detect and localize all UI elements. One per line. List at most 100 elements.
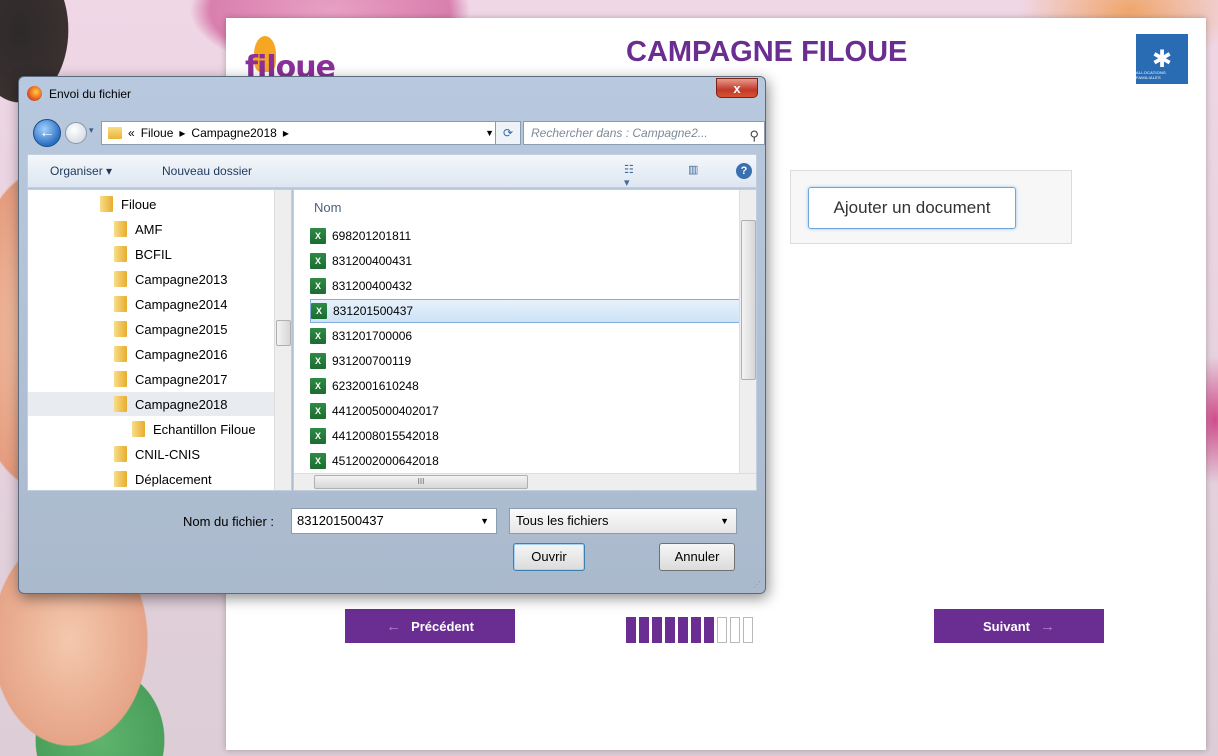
open-button[interactable]: Ouvrir bbox=[513, 543, 585, 571]
close-button[interactable]: x bbox=[716, 78, 758, 98]
chevron-down-icon[interactable]: ▼ bbox=[485, 128, 494, 138]
progress-segment bbox=[743, 617, 753, 643]
folder-icon bbox=[114, 296, 127, 312]
tree-item-label: Déplacement bbox=[135, 471, 212, 487]
tree-item[interactable]: Campagne2018 bbox=[28, 392, 274, 416]
chevron-right-icon[interactable]: ▸ bbox=[283, 126, 289, 140]
file-dialog: Envoi du fichier x ← ▾ « Filoue ▸ Campag… bbox=[18, 76, 766, 594]
new-folder-button[interactable]: Nouveau dossier bbox=[162, 164, 252, 178]
tree-item-label: CNIL-CNIS bbox=[135, 446, 201, 462]
progress-segment bbox=[717, 617, 727, 643]
file-name: 831201500437 bbox=[333, 304, 414, 318]
tree-item-label: Echantillon Filoue bbox=[153, 421, 256, 437]
tree-item-label: Campagne2017 bbox=[135, 371, 228, 387]
tree-item-label: Filoue bbox=[121, 196, 157, 212]
previous-button[interactable]: ← Précédent bbox=[345, 609, 515, 643]
history-dropdown-icon[interactable]: ▾ bbox=[89, 125, 94, 136]
breadcrumb[interactable]: « Filoue ▸ Campagne2018 ▸ ▼ bbox=[101, 121, 503, 145]
tree-item[interactable]: Campagne2015 bbox=[28, 317, 274, 341]
tree-item[interactable]: AMF bbox=[28, 217, 274, 241]
file-row[interactable]: X 6232001610248 bbox=[310, 374, 740, 398]
chevron-right-icon[interactable]: ▸ bbox=[179, 126, 185, 140]
tree-scroll-thumb[interactable] bbox=[276, 320, 291, 346]
search-placeholder: Rechercher dans : Campagne2... bbox=[531, 126, 708, 140]
tree-item-label: Campagne2018 bbox=[135, 396, 228, 412]
file-row[interactable]: X 831201700006 bbox=[310, 324, 740, 348]
tree-item-label: Campagne2014 bbox=[135, 296, 228, 312]
add-document-button[interactable]: Ajouter un document bbox=[808, 187, 1016, 229]
cancel-button[interactable]: Annuler bbox=[659, 543, 735, 571]
help-icon[interactable]: ? bbox=[736, 163, 752, 179]
search-input[interactable]: Rechercher dans : Campagne2... ⚲ bbox=[523, 121, 765, 145]
file-row[interactable]: X 831200400431 bbox=[310, 249, 740, 273]
dialog-toolbar: Organiser ▾ Nouveau dossier ☷ ▾ ▥ ? bbox=[27, 154, 757, 189]
tree-item[interactable]: Echantillon Filoue bbox=[28, 417, 274, 441]
excel-file-icon: X bbox=[310, 453, 326, 469]
excel-file-icon: X bbox=[310, 228, 326, 244]
file-row[interactable]: X 4412005000402017 bbox=[310, 399, 740, 423]
back-button[interactable]: ← bbox=[33, 119, 61, 147]
tree-item[interactable]: Campagne2014 bbox=[28, 292, 274, 316]
tree-item[interactable]: Filoue bbox=[28, 192, 274, 216]
progress-segment bbox=[652, 617, 662, 643]
excel-file-icon: X bbox=[310, 428, 326, 444]
file-row[interactable]: X 4512002000642018 bbox=[310, 449, 740, 473]
page-title: CAMPAGNE FILOUE bbox=[626, 36, 908, 68]
chevron-down-icon[interactable]: ▼ bbox=[720, 509, 729, 533]
tree-item[interactable]: Campagne2016 bbox=[28, 342, 274, 366]
file-row[interactable]: X 4412008015542018 bbox=[310, 424, 740, 448]
breadcrumb-overflow[interactable]: « bbox=[128, 126, 135, 140]
files-hscroll-thumb[interactable]: III bbox=[314, 475, 528, 489]
tree-item[interactable]: BCFIL bbox=[28, 242, 274, 266]
file-name: 6232001610248 bbox=[332, 379, 419, 393]
view-options-icon[interactable]: ☷ ▾ bbox=[624, 163, 640, 189]
next-label: Suivant bbox=[983, 618, 1030, 634]
files-scrollbar[interactable] bbox=[739, 190, 756, 475]
tree-item[interactable]: Campagne2013 bbox=[28, 267, 274, 291]
arrow-left-icon: ← bbox=[386, 617, 402, 635]
refresh-button[interactable]: ⟳ bbox=[495, 121, 521, 145]
next-button[interactable]: Suivant → bbox=[934, 609, 1104, 643]
resize-grip-icon[interactable]: ⋰ bbox=[753, 580, 761, 589]
file-row[interactable]: X 931200700119 bbox=[310, 349, 740, 373]
tree-item[interactable]: Déplacement bbox=[28, 467, 274, 490]
tree-item-label: AMF bbox=[135, 221, 163, 237]
dialog-title: Envoi du fichier bbox=[49, 87, 132, 101]
file-type-select[interactable]: Tous les fichiers ▼ bbox=[509, 508, 737, 534]
chevron-down-icon[interactable]: ▼ bbox=[480, 509, 489, 533]
files-hscrollbar[interactable]: III bbox=[294, 473, 756, 490]
folder-icon bbox=[114, 321, 127, 337]
file-row[interactable]: X 698201201811 bbox=[310, 224, 740, 248]
folder-tree: Filoue AMF BCFIL Campagne2013 Campagne2014 Ca… bbox=[27, 189, 292, 491]
files-scroll-thumb[interactable] bbox=[741, 220, 756, 380]
forward-button[interactable] bbox=[65, 122, 87, 144]
column-header-name[interactable]: Nom bbox=[314, 200, 341, 215]
progress-segment bbox=[626, 617, 636, 643]
tree-item-label: Campagne2015 bbox=[135, 321, 228, 337]
file-row[interactable]: X 831201500437 bbox=[310, 299, 740, 323]
file-name: 698201201811 bbox=[332, 229, 412, 243]
folder-icon bbox=[108, 127, 122, 139]
file-list: Nom X 698201201811 X 831200400431 X 831200400… bbox=[293, 189, 757, 491]
organize-menu[interactable]: Organiser ▾ bbox=[50, 164, 112, 178]
tree-item[interactable]: CNIL-CNIS bbox=[28, 442, 274, 466]
firefox-icon bbox=[27, 86, 42, 101]
progress-segment bbox=[678, 617, 688, 643]
filename-input[interactable]: 831201500437 ▼ bbox=[291, 508, 497, 534]
file-row[interactable]: X 831200400432 bbox=[310, 274, 740, 298]
breadcrumb-item-filoue[interactable]: Filoue bbox=[141, 126, 174, 140]
folder-icon bbox=[114, 246, 127, 262]
folder-icon bbox=[132, 421, 145, 437]
folder-icon bbox=[114, 396, 127, 412]
folder-icon bbox=[114, 446, 127, 462]
tree-item[interactable]: Campagne2017 bbox=[28, 367, 274, 391]
tree-item-label: Campagne2016 bbox=[135, 346, 228, 362]
folder-icon bbox=[114, 346, 127, 362]
tree-scrollbar[interactable] bbox=[274, 190, 291, 490]
progress-segment bbox=[639, 617, 649, 643]
tree-item-label: BCFIL bbox=[135, 246, 172, 262]
breadcrumb-item-campagne2018[interactable]: Campagne2018 bbox=[191, 126, 276, 140]
file-name: 4412005000402017 bbox=[332, 404, 439, 418]
search-icon[interactable]: ⚲ bbox=[749, 125, 759, 147]
preview-pane-icon[interactable]: ▥ bbox=[688, 163, 704, 177]
